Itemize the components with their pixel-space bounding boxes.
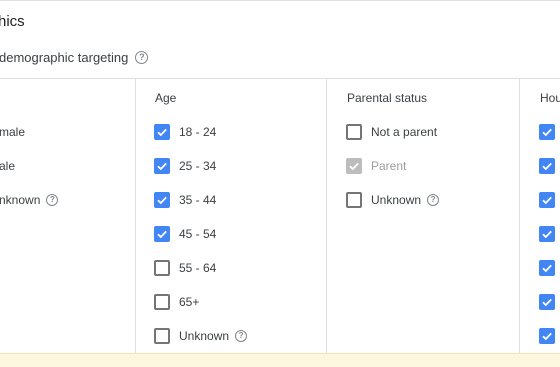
checkmark-icon [542, 230, 552, 239]
help-circle-icon[interactable]: ? [235, 330, 248, 342]
age-option-45-54[interactable]: 45 - 54 [154, 226, 216, 242]
checkmark-icon [157, 128, 167, 137]
household-income-column-header: Hou [540, 91, 560, 105]
age-column-header: Age [155, 91, 177, 105]
age-option-55-64[interactable]: 55 - 64 [154, 260, 216, 276]
checkbox-checked[interactable] [539, 226, 555, 242]
checkbox-unchecked[interactable] [154, 294, 170, 310]
age-option-25-34[interactable]: 25 - 34 [154, 158, 216, 174]
checkbox-checked[interactable] [154, 192, 170, 208]
household-option[interactable] [539, 260, 555, 276]
checkmark-icon [157, 196, 167, 205]
checkbox-checked[interactable] [539, 294, 555, 310]
checkmark-icon [349, 162, 359, 171]
checkbox-disabled-checked [346, 158, 362, 174]
age-option-label: 55 - 64 [179, 261, 217, 275]
footer-notice-bar [0, 353, 560, 367]
checkmark-icon [542, 332, 552, 341]
parental-status-column-header: Parental status [347, 91, 428, 105]
checkmark-icon [542, 196, 552, 205]
parental-option-unknown[interactable]: Unknown ? [346, 192, 440, 208]
household-option[interactable] [539, 124, 555, 140]
checkbox-checked[interactable] [154, 158, 170, 174]
parental-option-not-a-parent[interactable]: Not a parent [346, 124, 437, 140]
section-title: hics [0, 13, 25, 30]
checkbox-checked[interactable] [539, 192, 555, 208]
age-option-35-44[interactable]: 35 - 44 [154, 192, 216, 208]
checkmark-icon [157, 230, 167, 239]
checkmark-icon [542, 264, 552, 273]
age-option-label: 18 - 24 [179, 125, 217, 139]
checkmark-icon [157, 162, 167, 171]
age-option-label: 25 - 34 [179, 159, 217, 173]
gender-option-unknown[interactable]: nknown ? [0, 193, 59, 207]
checkbox-unchecked[interactable] [346, 192, 362, 208]
demographic-targeting-label: demographic targeting [0, 49, 129, 65]
age-option-label: 35 - 44 [179, 193, 217, 207]
parental-option-label: Unknown [371, 193, 422, 207]
column-divider [326, 78, 327, 353]
checkbox-unchecked[interactable] [346, 124, 362, 140]
checkbox-checked[interactable] [539, 328, 555, 344]
household-option[interactable] [539, 294, 555, 310]
grid-top-border [0, 78, 560, 79]
household-option[interactable] [539, 158, 555, 174]
checkbox-checked[interactable] [539, 124, 555, 140]
gender-option-female-label[interactable]: male [0, 125, 25, 139]
gender-option-male-label[interactable]: ale [0, 159, 15, 173]
parental-option-label: Not a parent [371, 125, 438, 139]
checkbox-unchecked[interactable] [154, 328, 170, 344]
help-circle-icon[interactable]: ? [135, 50, 149, 64]
parental-option-parent: Parent [346, 158, 406, 174]
checkbox-checked[interactable] [154, 124, 170, 140]
household-option[interactable] [539, 226, 555, 242]
help-circle-icon[interactable]: ? [427, 194, 440, 206]
age-option-label: 45 - 54 [179, 227, 217, 241]
gender-option-unknown-label: nknown [0, 193, 41, 207]
age-option-label: 65+ [179, 295, 200, 309]
parental-option-label: Parent [371, 159, 407, 173]
top-border [0, 0, 560, 1]
checkbox-checked[interactable] [539, 260, 555, 276]
age-option-label: Unknown [179, 329, 230, 343]
checkmark-icon [542, 298, 552, 307]
age-option-65-plus[interactable]: 65+ [154, 294, 199, 310]
checkmark-icon [542, 128, 552, 137]
checkbox-unchecked[interactable] [154, 260, 170, 276]
help-circle-icon[interactable]: ? [46, 194, 59, 206]
age-option-18-24[interactable]: 18 - 24 [154, 124, 216, 140]
household-option[interactable] [539, 192, 555, 208]
age-option-unknown[interactable]: Unknown ? [154, 328, 248, 344]
checkbox-checked[interactable] [154, 226, 170, 242]
demographic-targeting-row: demographic targeting ? [0, 48, 149, 66]
column-divider [135, 78, 136, 353]
household-option[interactable] [539, 328, 555, 344]
column-divider [519, 78, 520, 353]
checkmark-icon [542, 162, 552, 171]
checkbox-checked[interactable] [539, 158, 555, 174]
